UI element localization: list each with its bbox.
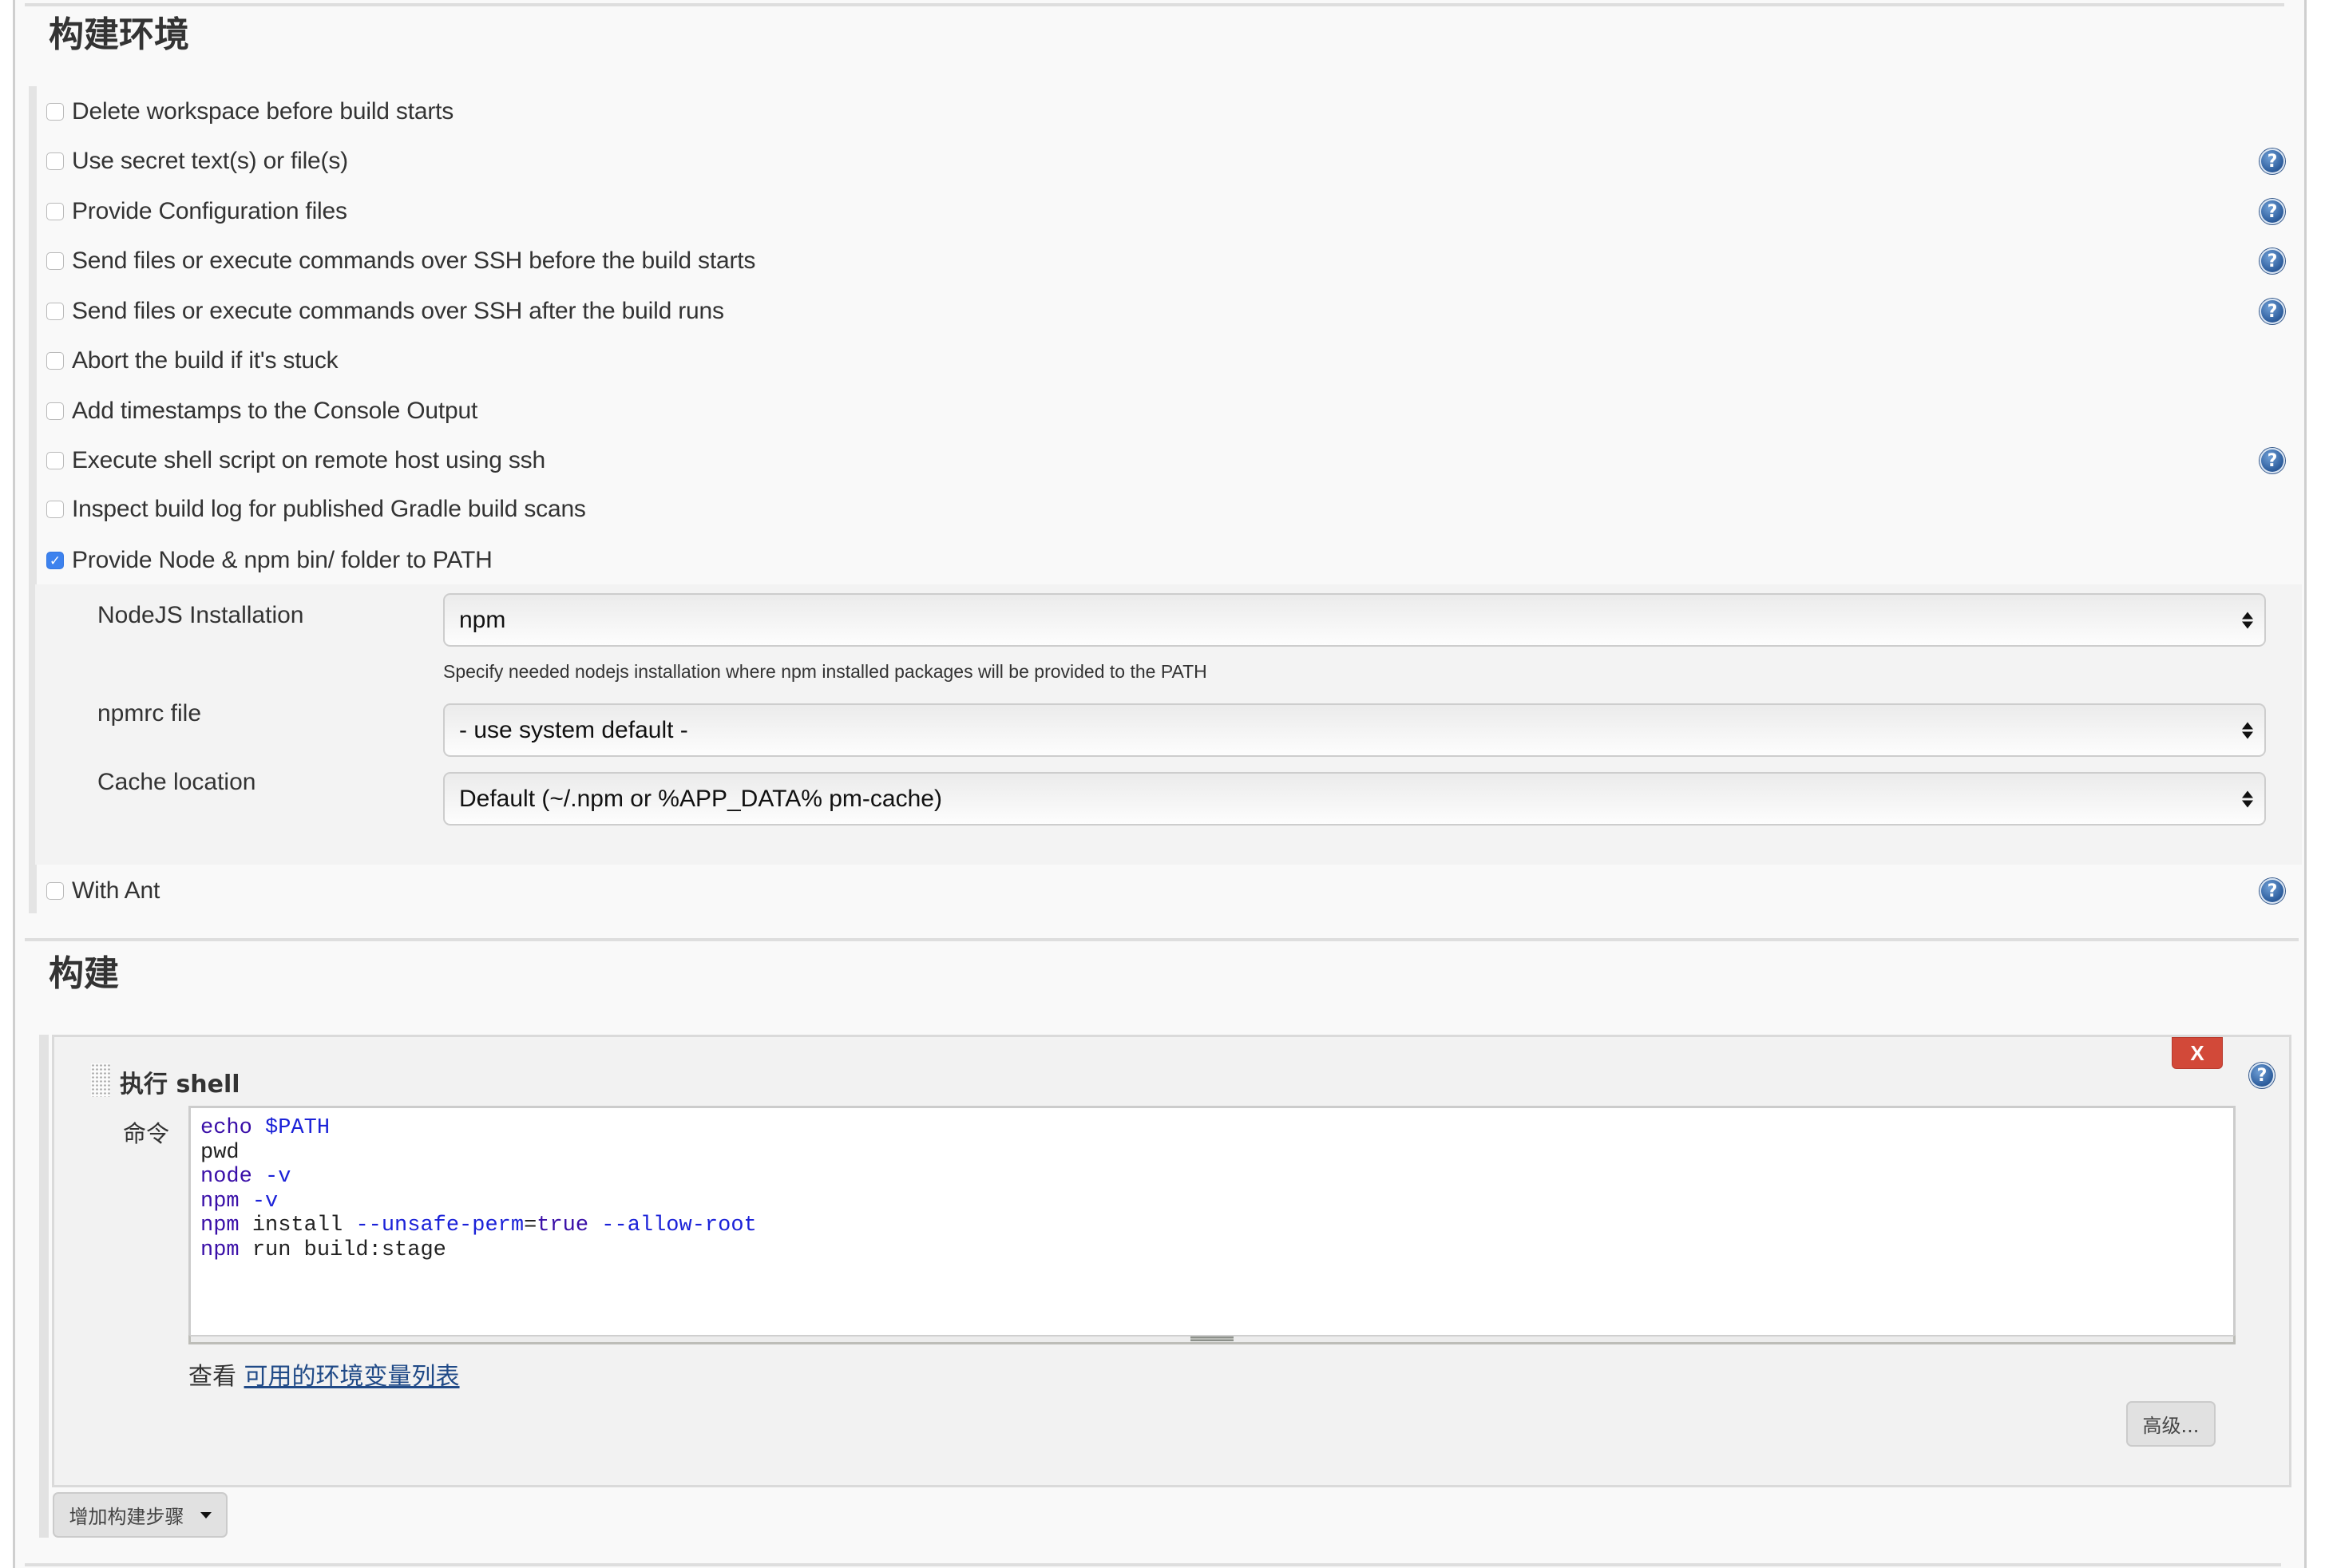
help-glyph: ? [2267,450,2278,471]
with-ant-checkbox[interactable] [46,882,64,900]
section-divider [25,3,2284,6]
help-glyph: ? [2267,301,2278,322]
option-row[interactable]: Use secret text(s) or file(s) [46,145,348,177]
nodejs-installation-select[interactable]: npm [443,593,2266,647]
select-arrows-icon [2242,790,2253,807]
option-label: Use secret text(s) or file(s) [72,148,348,174]
help-glyph: ? [2256,1065,2268,1086]
option-label: Inspect build log for published Gradle b… [72,496,586,522]
select-arrows-icon [2242,722,2253,738]
option-row[interactable]: Abort the build if it's stuck [46,345,339,377]
help-icon[interactable]: ? [2260,248,2285,274]
help-glyph: ? [2267,151,2278,172]
help-icon[interactable]: ? [2260,878,2285,904]
help-icon[interactable]: ? [2249,1063,2275,1088]
help-icon[interactable]: ? [2260,199,2285,224]
option-label: Execute shell script on remote host usin… [72,447,545,473]
help-icon[interactable]: ? [2260,299,2285,324]
config-page: 构建环境 Delete workspace before build start… [13,0,2307,1568]
option-with-ant[interactable]: With Ant [46,875,160,907]
nodejs-installation-label: NodeJS Installation [97,602,304,628]
section-divider [25,1563,2281,1566]
resize-grip-icon [1190,1336,1234,1341]
checkbox[interactable] [46,352,64,370]
advanced-button[interactable]: 高级... [2126,1401,2216,1447]
build-step-accent-bar [39,1035,49,1538]
checkbox[interactable] [46,103,64,121]
help-icon[interactable]: ? [2260,448,2285,473]
code-line: pwd [200,1140,240,1165]
code-line: node -v [200,1165,291,1189]
option-row[interactable]: Send files or execute commands over SSH … [46,245,755,277]
build-environment-title: 构建环境 [49,14,189,55]
checkbox[interactable] [46,203,64,220]
option-row[interactable]: Send files or execute commands over SSH … [46,295,724,327]
checkbox[interactable] [46,501,64,518]
add-build-step-label: 增加构建步骤 [69,1506,184,1528]
option-label: Abort the build if it's stuck [72,347,339,374]
help-glyph: ? [2267,251,2278,271]
help-glyph: ? [2267,201,2278,222]
with-ant-label: With Ant [72,877,160,904]
select-arrows-icon [2242,612,2253,628]
option-label: Send files or execute commands over SSH … [72,298,724,324]
help-glyph: ? [2267,881,2278,901]
execute-shell-step: 执行 shell X ? 命令 echo $PATH pwd node -v n… [52,1035,2291,1487]
env-vars-link[interactable]: 可用的环境变量列表 [244,1363,460,1391]
dropdown-caret-icon [200,1511,212,1519]
command-label: 命令 [123,1120,170,1147]
code-line: npm run build:stage [200,1237,446,1262]
code-line: npm install --unsafe-perm=true --allow-r… [200,1214,757,1237]
drag-handle-icon[interactable] [91,1063,110,1097]
nodejs-config-panel: NodeJS Installation npm Specify needed n… [35,584,2302,865]
option-row[interactable]: Inspect build log for published Gradle b… [46,493,586,525]
help-icon[interactable]: ? [2260,148,2285,174]
option-row[interactable]: Add timestamps to the Console Output [46,395,477,427]
env-vars-row: 查看 可用的环境变量列表 [188,1356,460,1392]
option-label: Provide Configuration files [72,198,347,224]
npmrc-file-label: npmrc file [97,700,202,727]
option-row[interactable]: Delete workspace before build starts [46,96,454,128]
add-build-step-button[interactable]: 增加构建步骤 [53,1492,228,1538]
option-row[interactable]: ✓ Provide Node & npm bin/ folder to PATH [46,544,493,576]
nodejs-installation-help-text: Specify needed nodejs installation where… [443,661,1207,682]
checkbox[interactable] [46,303,64,320]
cache-location-label: Cache location [97,769,256,795]
checkbox[interactable] [46,152,64,170]
env-vars-prefix: 查看 [188,1363,236,1391]
option-label: Delete workspace before build starts [72,98,454,125]
option-row[interactable]: Provide Configuration files [46,196,347,228]
npmrc-file-value: - use system default - [459,716,688,743]
checkbox[interactable] [46,402,64,420]
checkbox-checked[interactable]: ✓ [46,552,64,569]
npmrc-file-select[interactable]: - use system default - [443,703,2266,757]
command-textarea[interactable]: echo $PATH pwd node -v npm -v npm instal… [188,1106,2236,1335]
nodejs-installation-value: npm [459,606,506,633]
option-label: Add timestamps to the Console Output [72,398,478,424]
execute-shell-title: 执行 shell [120,1071,240,1099]
delete-step-button[interactable]: X [2172,1037,2223,1069]
textarea-resize-handle[interactable] [188,1335,2236,1344]
checkmark-icon: ✓ [49,552,61,568]
option-label: Send files or execute commands over SSH … [72,247,756,274]
option-label: Provide Node & npm bin/ folder to PATH [72,547,493,573]
build-section-title: 构建 [49,953,119,994]
cache-location-value: Default (~/.npm or %APP_DATA% pm-cache) [459,785,942,812]
cache-location-select[interactable]: Default (~/.npm or %APP_DATA% pm-cache) [443,772,2266,826]
checkbox[interactable] [46,252,64,270]
code-line: npm -v [200,1189,279,1214]
command-code: echo $PATH pwd node -v npm -v npm instal… [200,1116,757,1262]
section-divider [25,938,2299,941]
option-row[interactable]: Execute shell script on remote host usin… [46,445,545,477]
checkbox[interactable] [46,452,64,469]
code-line: echo $PATH [200,1116,331,1140]
